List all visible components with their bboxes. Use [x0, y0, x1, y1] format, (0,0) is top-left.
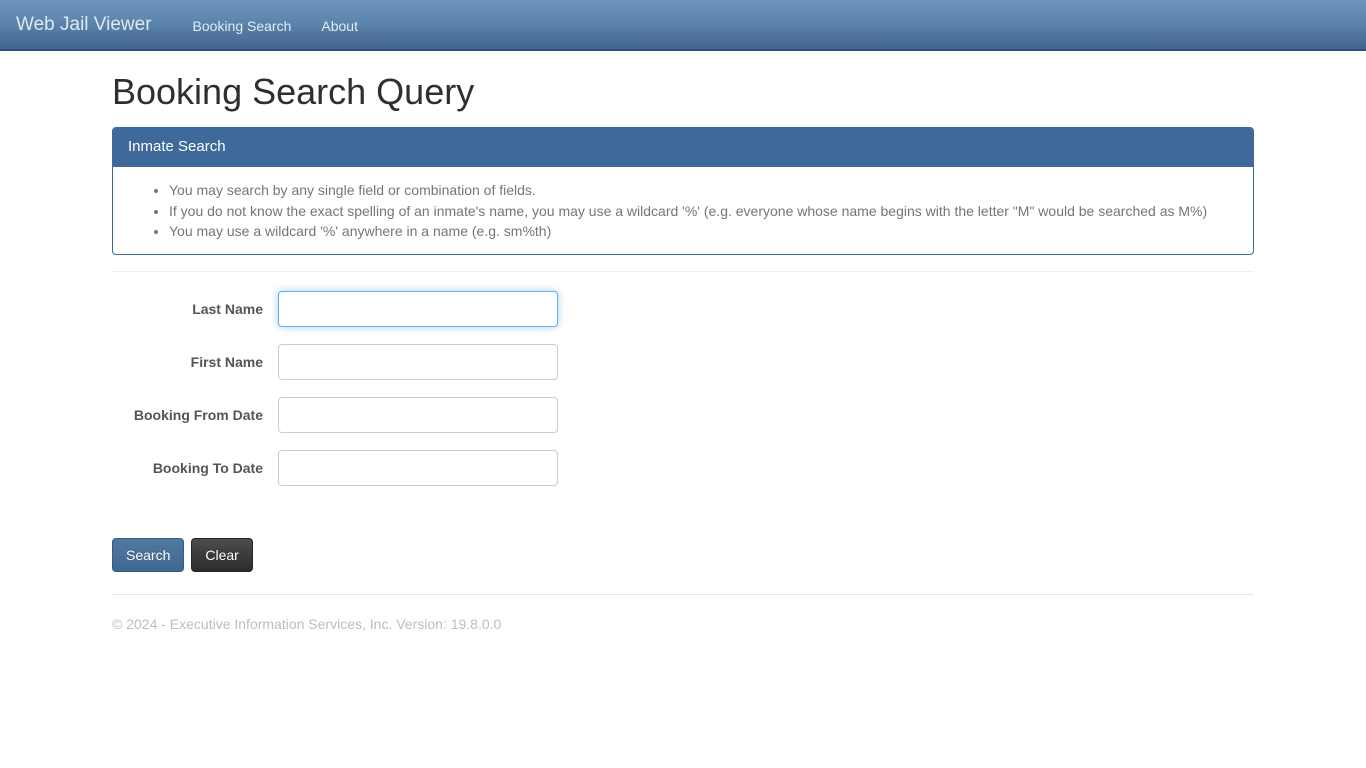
nav-link-booking-search[interactable]: Booking Search	[178, 18, 307, 34]
first-name-input[interactable]	[278, 344, 558, 380]
booking-search-form: Last Name First Name Booking From Date B…	[112, 283, 1254, 572]
page-container: Booking Search Query Inmate Search You m…	[112, 51, 1254, 634]
list-item: If you do not know the exact spelling of…	[169, 201, 1238, 222]
clear-button[interactable]: Clear	[191, 537, 253, 572]
page-footer: © 2024 - Executive Information Services,…	[112, 593, 1254, 634]
navbar-links: Booking Search About	[178, 18, 373, 34]
form-row-first-name: First Name	[112, 336, 1254, 389]
list-item: You may use a wildcard '%' anywhere in a…	[169, 221, 1238, 242]
last-name-label: Last Name	[192, 301, 263, 317]
nav-link-about[interactable]: About	[306, 18, 373, 34]
panel-heading: Inmate Search	[113, 128, 1253, 167]
first-name-label: First Name	[190, 354, 263, 370]
list-item: You may search by any single field or co…	[169, 180, 1238, 201]
booking-to-date-input[interactable]	[278, 450, 558, 486]
search-hints-list: You may search by any single field or co…	[128, 180, 1238, 242]
content-divider	[112, 270, 1254, 272]
panel-body: You may search by any single field or co…	[113, 167, 1253, 254]
page-title: Booking Search Query	[112, 71, 475, 112]
footer-copyright: © 2024 - Executive Information Services,…	[112, 615, 502, 632]
navbar-brand[interactable]: Web Jail Viewer	[16, 14, 152, 35]
booking-from-date-label: Booking From Date	[133, 407, 263, 423]
last-name-input[interactable]	[278, 291, 558, 327]
inmate-search-panel: Inmate Search You may search by any sing…	[112, 127, 1254, 255]
form-buttons: Search Clear	[112, 537, 1254, 572]
top-navbar: Web Jail Viewer Booking Search About	[0, 0, 1366, 51]
booking-to-date-label: Booking To Date	[152, 460, 263, 476]
form-row-booking-from-date: Booking From Date	[112, 389, 1254, 442]
booking-from-date-input[interactable]	[278, 397, 558, 433]
form-row-booking-to-date: Booking To Date	[112, 442, 1254, 495]
form-row-last-name: Last Name	[112, 283, 1254, 336]
search-button[interactable]: Search	[112, 537, 185, 572]
